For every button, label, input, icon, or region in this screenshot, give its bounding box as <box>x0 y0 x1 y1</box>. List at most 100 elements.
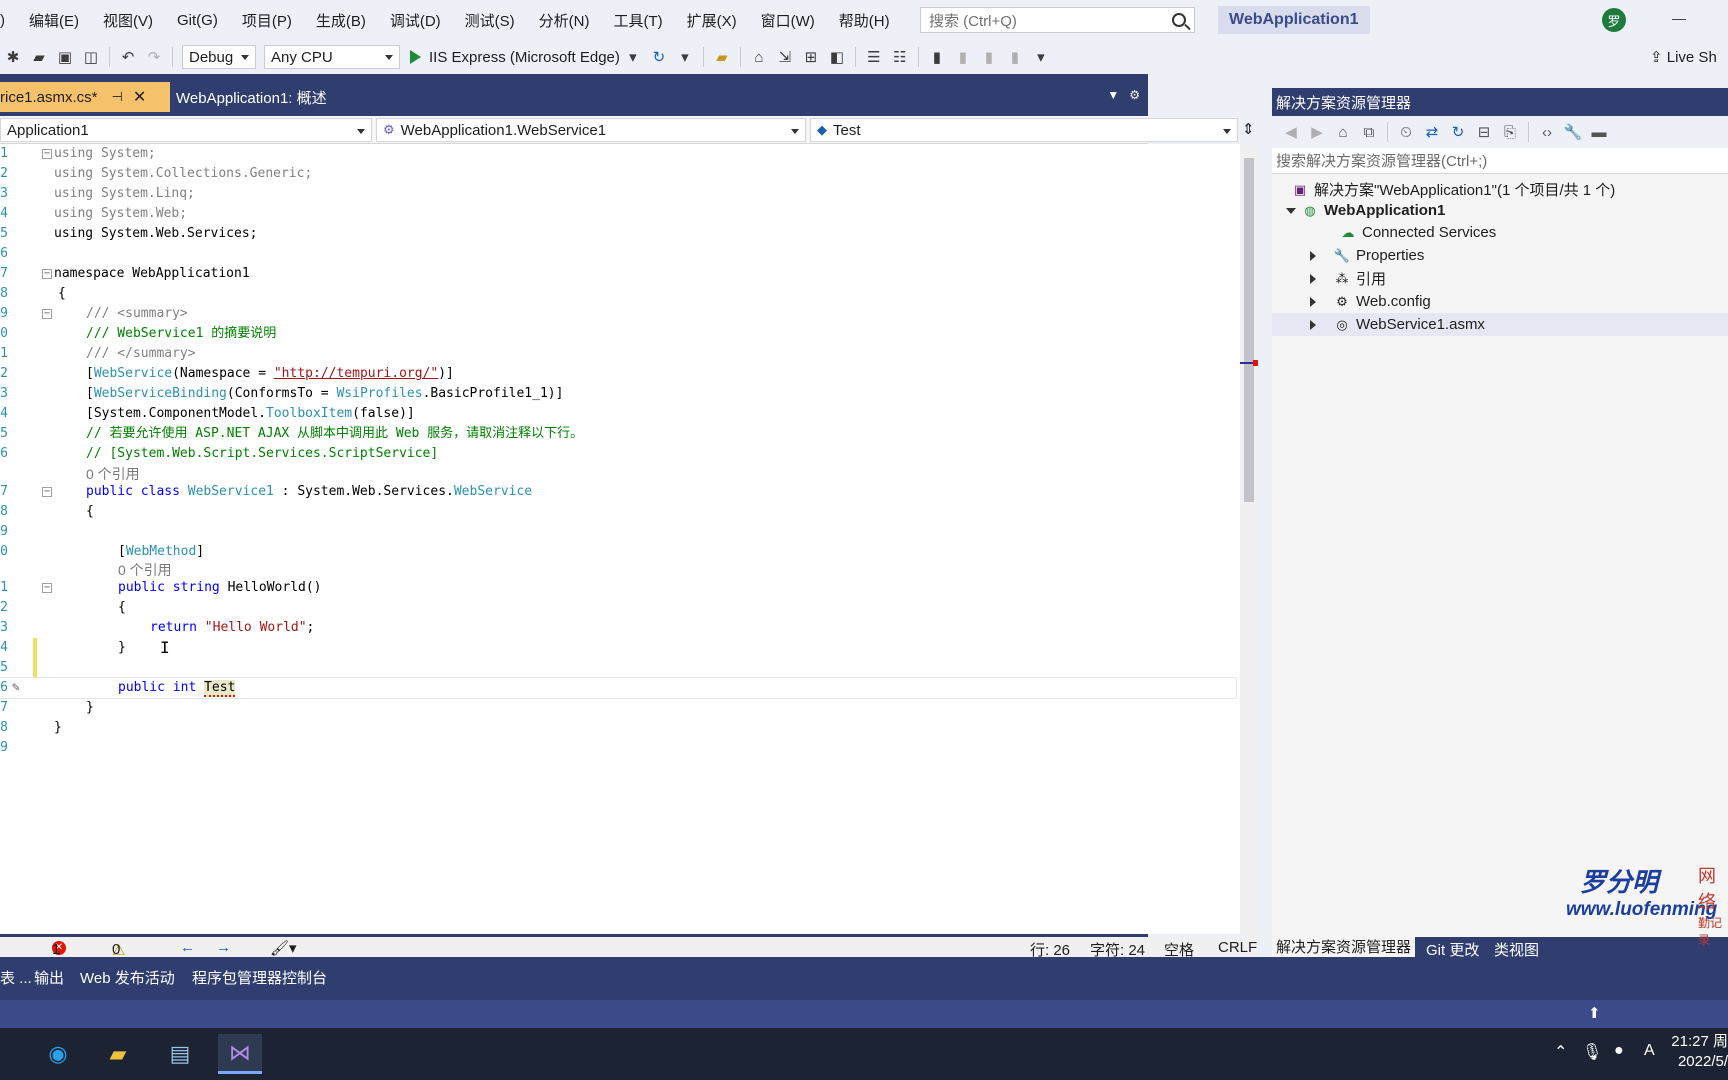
microphone-icon[interactable]: 🎙 <box>1582 1042 1602 1062</box>
platform-dropdown[interactable]: Any CPU <box>264 45 400 69</box>
close-icon[interactable]: ✕ <box>133 87 146 107</box>
tab-package-manager-console[interactable]: 程序包管理器控制台 <box>192 967 327 988</box>
configuration-dropdown[interactable]: Debug <box>182 45 256 69</box>
collapse-icon[interactable]: − <box>42 583 52 593</box>
properties-wrench-icon[interactable]: 🔧 <box>1563 122 1583 142</box>
menu-window[interactable]: 窗口(W) <box>749 10 827 31</box>
collapse-icon[interactable]: − <box>42 269 52 279</box>
browse-folder-icon[interactable]: ▰ <box>712 47 732 67</box>
class-dropdown[interactable]: ⚙ WebApplication1.WebService1 <box>376 118 806 142</box>
compare-icon[interactable]: ◧ <box>827 47 847 67</box>
tab-solution-explorer[interactable]: 解决方案资源管理器 <box>1272 937 1416 959</box>
refresh-icon[interactable]: ↻ <box>1448 122 1468 142</box>
code-editor[interactable]: 1− using System; 2 using System.Collection… <box>0 144 1240 934</box>
clear-bookmarks-icon[interactable]: ▮ <box>1005 47 1025 67</box>
codelens-references[interactable]: 0 个引用 <box>86 464 140 484</box>
save-icon[interactable]: ▣ <box>55 47 75 67</box>
home-icon[interactable]: ⌂ <box>749 47 769 67</box>
scrollbar-thumb[interactable] <box>1244 158 1254 502</box>
codelens-references[interactable]: 0 个引用 <box>118 560 172 580</box>
redo-icon[interactable]: ↷ <box>144 47 164 67</box>
menu-debug[interactable]: 调试(D) <box>378 10 453 31</box>
toolbar-overflow-icon[interactable]: ▾ <box>1031 47 1051 67</box>
step-icon[interactable]: ⇲ <box>775 47 795 67</box>
tab-web-publish[interactable]: Web 发布活动 <box>80 967 175 988</box>
undo-icon[interactable]: ↶ <box>118 47 138 67</box>
quick-actions-icon[interactable]: ✎ <box>12 678 20 698</box>
menu-file-partial[interactable]: ) <box>0 12 17 29</box>
editor-scrollbar[interactable] <box>1240 144 1258 934</box>
previous-issue-icon[interactable]: ← <box>180 939 195 956</box>
publish-arrow-icon[interactable]: ⬆ <box>1588 1004 1601 1022</box>
hierarchy-icon[interactable]: ⊞ <box>801 47 821 67</box>
refresh-dropdown-icon[interactable]: ▾ <box>675 47 695 67</box>
expand-icon[interactable] <box>1310 296 1316 307</box>
save-all-icon[interactable]: ◫ <box>81 47 101 67</box>
switch-views-icon[interactable]: ⧉ <box>1359 122 1379 142</box>
expand-icon[interactable] <box>1310 273 1316 284</box>
menu-git[interactable]: Git(G) <box>165 12 230 29</box>
home-icon[interactable]: ⌂ <box>1333 122 1353 142</box>
tree-item-solution[interactable]: ▣ 解决方案"WebApplication1"(1 个项目/共 1 个) <box>1272 178 1728 201</box>
expand-icon[interactable] <box>1286 207 1296 214</box>
next-bookmark-icon[interactable]: ▮ <box>979 47 999 67</box>
open-folder-icon[interactable]: ▰ <box>29 47 49 67</box>
menu-edit[interactable]: 编辑(E) <box>17 10 91 31</box>
expand-icon[interactable] <box>1310 319 1316 330</box>
live-share-button[interactable]: ⇪ Live Sh <box>1650 48 1717 66</box>
uncomment-icon[interactable]: ☷ <box>890 47 910 67</box>
run-dropdown-icon[interactable]: ▾ <box>623 47 643 67</box>
input-method-icon[interactable]: A <box>1644 1042 1655 1060</box>
refresh-icon[interactable]: ↻ <box>649 47 669 67</box>
tab-output[interactable]: 输出 <box>34 967 64 988</box>
next-issue-icon[interactable]: → <box>216 939 231 956</box>
collapse-icon[interactable]: − <box>42 487 52 497</box>
sync-icon[interactable]: ⇄ <box>1422 122 1442 142</box>
global-search-input[interactable]: 搜索 (Ctrl+Q) <box>920 7 1195 33</box>
avatar[interactable]: 罗 <box>1602 8 1626 32</box>
tree-item-project[interactable]: ◍ WebApplication1 <box>1272 199 1728 222</box>
edge-icon[interactable]: ◉ <box>36 1034 80 1074</box>
tray-expand-icon[interactable]: ⌃ <box>1554 1042 1567 1062</box>
menu-build[interactable]: 生成(B) <box>304 10 378 31</box>
solution-search-input[interactable]: 搜索解决方案资源管理器(Ctrl+;) <box>1272 148 1728 174</box>
prev-bookmark-icon[interactable]: ▮ <box>953 47 973 67</box>
pending-changes-icon[interactable]: ⏲ <box>1396 122 1416 142</box>
menu-project[interactable]: 项目(P) <box>230 10 304 31</box>
menu-test[interactable]: 测试(S) <box>453 10 527 31</box>
menu-analyze[interactable]: 分析(N) <box>527 10 602 31</box>
split-editor-icon[interactable]: ⇕ <box>1242 120 1255 138</box>
cleanup-icon[interactable]: 🖌▾ <box>270 939 297 957</box>
bookmark-icon[interactable]: ▮ <box>927 47 947 67</box>
collapse-all-icon[interactable]: ⊟ <box>1474 122 1494 142</box>
tab-error-list[interactable]: 表 ... <box>0 967 32 988</box>
tree-item-properties[interactable]: 🔧 Properties <box>1272 244 1728 267</box>
tree-item-webservice1-asmx[interactable]: ◎ WebService1.asmx <box>1272 313 1728 336</box>
view-code-icon[interactable]: ‹› <box>1537 122 1557 142</box>
show-all-files-icon[interactable]: ⎘ <box>1500 122 1520 142</box>
notepad-icon[interactable]: ▤ <box>158 1034 202 1074</box>
tab-webservice1-asmx-cs[interactable]: rice1.asmx.cs* ⊣ ✕ <box>0 82 170 112</box>
member-dropdown[interactable]: ◆ Test <box>810 118 1238 142</box>
menu-view[interactable]: 视图(V) <box>91 10 165 31</box>
new-project-icon[interactable]: ✱ <box>3 47 23 67</box>
system-clock[interactable]: 21:27 周 2022/5/ <box>1671 1032 1728 1072</box>
forward-icon[interactable]: ▶ <box>1307 122 1327 142</box>
qq-icon[interactable]: ● <box>1614 1042 1624 1060</box>
tree-item-connected-services[interactable]: ☁ Connected Services <box>1272 221 1728 244</box>
back-icon[interactable]: ◀ <box>1281 122 1301 142</box>
menu-extensions[interactable]: 扩展(X) <box>675 10 749 31</box>
comment-icon[interactable]: ☰ <box>864 47 884 67</box>
visual-studio-icon[interactable]: ⋈ <box>218 1034 262 1074</box>
tree-item-references[interactable]: ⁂ 引用 <box>1272 267 1728 290</box>
minimize-button[interactable] <box>1672 19 1686 20</box>
collapse-icon[interactable]: − <box>42 309 52 319</box>
project-dropdown[interactable]: Application1 <box>0 118 372 142</box>
collapse-icon[interactable]: − <box>42 149 52 159</box>
preview-icon[interactable]: ▬ <box>1589 122 1609 142</box>
expand-icon[interactable] <box>1310 250 1316 261</box>
menu-tools[interactable]: 工具(T) <box>601 10 674 31</box>
line-ending-indicator[interactable]: CRLF <box>1218 939 1257 956</box>
tab-overview[interactable]: WebApplication1: 概述 <box>172 82 372 112</box>
tree-item-web-config[interactable]: ⚙ Web.config <box>1272 290 1728 313</box>
